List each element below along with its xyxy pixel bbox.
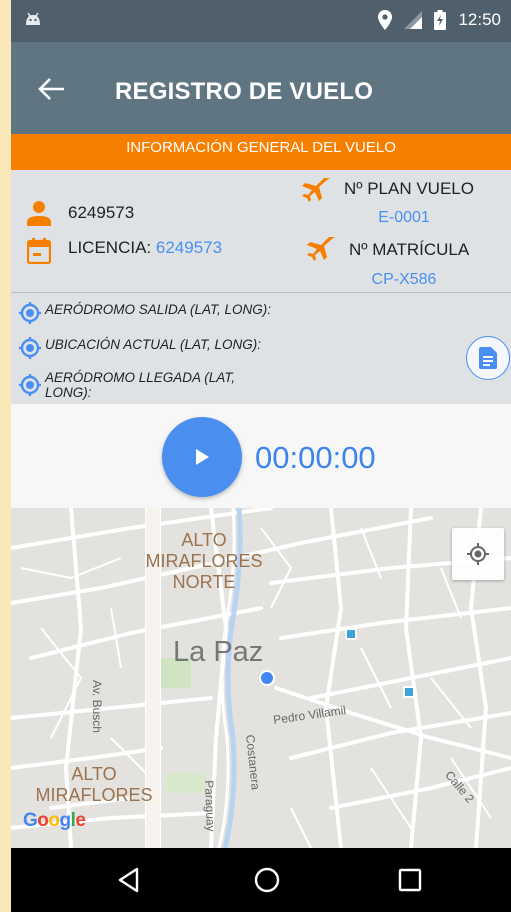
arrow-left-icon[interactable]: [35, 74, 69, 104]
play-button[interactable]: [162, 417, 242, 497]
logo-letter: o: [48, 810, 60, 831]
timer-display: 00:00:00: [255, 440, 376, 475]
system-nav-bar: [11, 848, 511, 912]
back-triangle-icon[interactable]: [113, 864, 145, 896]
licencia-value: 6249573: [155, 238, 223, 257]
current-location-dot: [259, 670, 275, 686]
recents-square-icon[interactable]: [394, 864, 426, 896]
my-location-button[interactable]: [452, 528, 504, 580]
area-label-line: MIRAFLORES: [35, 785, 153, 805]
home-circle-icon[interactable]: [251, 864, 283, 896]
logo-letter: g: [59, 810, 72, 831]
play-icon: [196, 449, 209, 465]
salida-label: AERÓDROMO SALIDA (LAT, LONG):: [45, 302, 272, 317]
area-label-line: NORTE: [172, 572, 236, 592]
area-label-line: ALTO: [181, 530, 227, 550]
android-icon: [26, 12, 40, 25]
llegada-label-line1: AERÓDROMO LLEGADA (LAT,: [45, 370, 236, 385]
city-label: La Paz: [173, 636, 264, 668]
location-pin-icon: [378, 10, 393, 30]
battery-charging-icon: [434, 10, 447, 30]
timer-panel: 00:00:00: [11, 404, 511, 508]
divider: [11, 292, 511, 293]
logo-letter: G: [23, 810, 38, 831]
airplane-icon: [307, 237, 335, 261]
actual-label: UBICACIÓN ACTUAL (LAT, LONG):: [45, 337, 262, 352]
signal-icon: [404, 11, 423, 29]
bus-stop-icon: [345, 628, 357, 640]
app-bar: REGISTRO DE VUELO: [11, 42, 511, 134]
llegada-label-line2: LONG):: [45, 385, 92, 400]
street-label: Av. Busch: [90, 680, 104, 733]
logo-letter: e: [75, 810, 86, 831]
crosshair-icon: [19, 337, 41, 359]
status-time: 12:50: [458, 10, 501, 29]
page-title: REGISTRO DE VUELO: [115, 78, 374, 105]
person-icon: [27, 201, 51, 226]
coord-row-llegada: AERÓDROMO LLEGADA (LAT, LONG):: [19, 370, 235, 400]
status-bar: 12:50: [11, 0, 511, 42]
coord-row-salida: AERÓDROMO SALIDA (LAT, LONG):: [19, 302, 271, 324]
plan-vuelo-value: E-0001: [378, 209, 430, 226]
document-icon: [479, 347, 497, 369]
my-location-icon: [467, 543, 489, 565]
street-label: Paraguay: [202, 780, 218, 832]
google-logo: Google: [23, 810, 86, 832]
notes-button[interactable]: [466, 336, 510, 380]
calendar-icon: [27, 238, 51, 264]
crosshair-icon: [19, 374, 41, 396]
section-header: INFORMACIÓN GENERAL DEL VUELO: [11, 134, 511, 170]
user-id: 6249573: [68, 203, 135, 222]
bus-stop-icon: [403, 686, 415, 698]
airplane-icon: [302, 178, 330, 202]
area-label: ALTO MIRAFLORES NORTE: [139, 530, 269, 593]
coord-row-actual: UBICACIÓN ACTUAL (LAT, LONG):: [19, 337, 261, 359]
app-screen: 12:50 REGISTRO DE VUELO INFORMACIÓN GENE…: [11, 0, 511, 912]
licencia-label: LICENCIA:: [68, 238, 152, 257]
area-label: ALTO MIRAFLORES: [29, 764, 159, 806]
area-label-line: ALTO: [71, 764, 117, 784]
flight-info-panel: 6249573 LICENCIA: 6249573 Nº PLAN VUELO …: [11, 170, 511, 404]
status-icons: 12:50: [378, 10, 501, 30]
matricula-label: Nº MATRÍCULA: [349, 240, 470, 259]
licencia-field: LICENCIA: 6249573: [68, 238, 222, 258]
plan-vuelo-label: Nº PLAN VUELO: [344, 179, 474, 198]
matricula-value: CP-X586: [371, 271, 437, 288]
area-label-line: MIRAFLORES: [145, 551, 263, 571]
map-view[interactable]: ALTO MIRAFLORES NORTE La Paz ALTO MIRAFL…: [11, 508, 511, 848]
crosshair-icon: [19, 302, 41, 324]
llegada-label: AERÓDROMO LLEGADA (LAT, LONG):: [45, 370, 235, 400]
logo-letter: o: [37, 810, 49, 831]
